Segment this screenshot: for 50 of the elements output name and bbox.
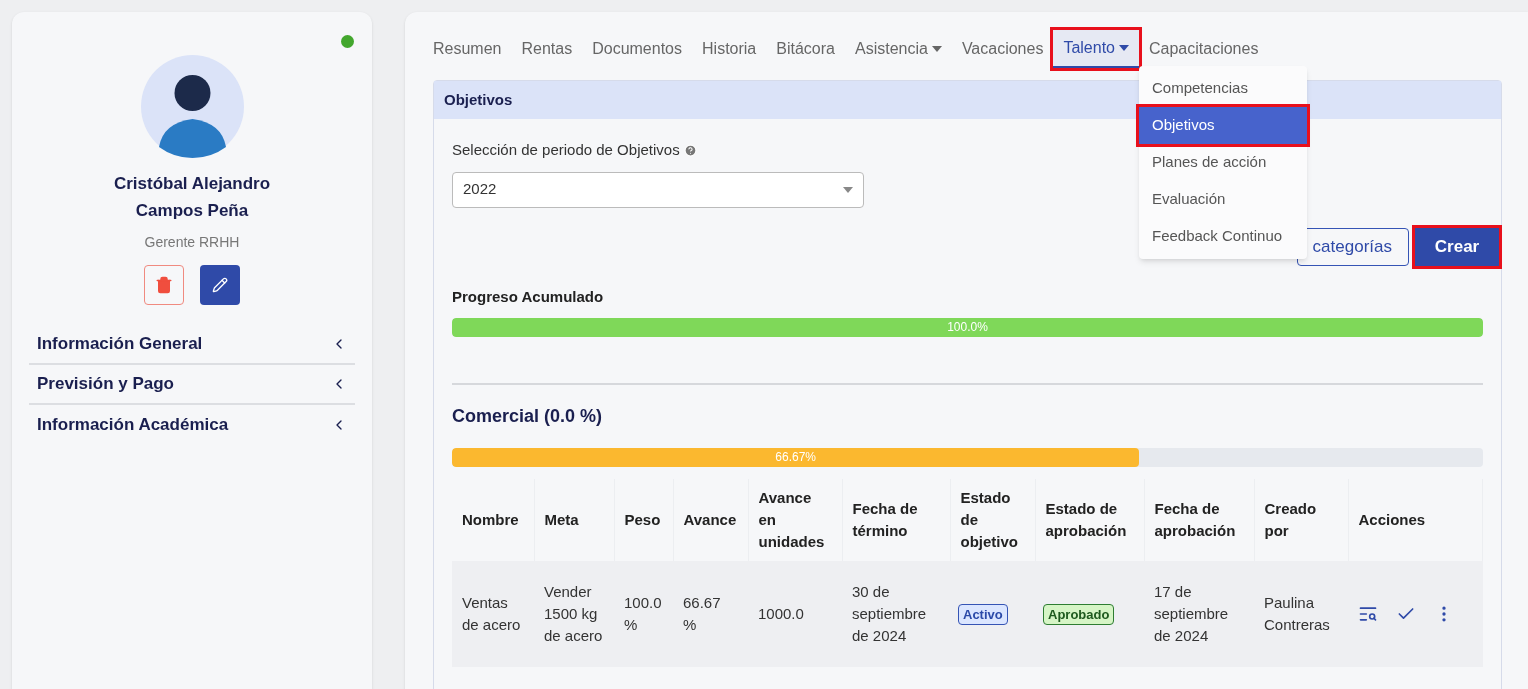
nav-tab[interactable]: Rentas (511, 30, 583, 68)
nav-tab[interactable]: Resumen (433, 30, 512, 68)
table-cell: Ventas de acero (452, 561, 534, 667)
nav-tab[interactable]: Documentos (582, 30, 692, 68)
view-details-icon[interactable] (1358, 604, 1378, 624)
menu-item[interactable]: Competencias (1139, 70, 1307, 107)
nav-tab[interactable]: Historia (692, 30, 767, 68)
table-cell: Vender 1500 kg de acero (534, 561, 614, 667)
progress-reading: 100.0% (947, 319, 988, 336)
trash-icon (155, 276, 173, 294)
accordion-item[interactable]: Previsión y Pago (29, 365, 355, 405)
accordion-item[interactable]: Información Académica (29, 405, 355, 445)
total-progress-label: Progreso Acumulado (452, 286, 605, 307)
table-cell: 30 de septiembre de 2024 (842, 561, 950, 667)
accordion-label: Previsión y Pago (37, 373, 174, 396)
accordion-label: Información General (37, 333, 203, 356)
nav-tab[interactable]: Talento (1053, 30, 1139, 68)
table-cell: 17 de septiembre de 2024 (1144, 561, 1254, 667)
help-icon (683, 143, 697, 157)
panel-title: Objetivos (444, 89, 513, 110)
menu-item[interactable]: Objetivos (1139, 107, 1307, 144)
caret-icon (1119, 45, 1129, 51)
accordion-item[interactable]: Información General (29, 325, 355, 365)
nav-tab[interactable]: Vacaciones (951, 30, 1054, 68)
nav-tab[interactable]: Capacitaciones (1139, 30, 1269, 68)
progress-reading: 66.67% (775, 449, 816, 466)
menu-item[interactable]: Evaluación (1139, 181, 1307, 218)
table-cell: 100.0 % (614, 561, 673, 667)
categories-button[interactable]: categorías (1297, 227, 1409, 266)
delete-button[interactable] (144, 265, 184, 305)
status-badge: Activo (958, 603, 1008, 626)
approval-badge: Aprobado (1043, 603, 1115, 626)
caret-icon (843, 186, 853, 193)
select-value: 2022 (463, 179, 497, 200)
employee-name: Cristóbal Alejandro Campos Peña (112, 173, 272, 222)
table-cell: 1000.0 (748, 561, 842, 667)
accordion-label: Información Académica (37, 414, 229, 437)
nav-tab[interactable]: Bitácora (766, 30, 845, 68)
employee-role: Gerente RRHH (144, 233, 240, 252)
caret-icon (931, 46, 942, 52)
menu-item[interactable]: Planes de acción (1139, 144, 1307, 181)
create-button[interactable]: Crear (1415, 227, 1499, 266)
period-label: Selección de periodo de Objetivos (452, 140, 680, 160)
pencil-icon (212, 277, 228, 293)
nav-tab[interactable]: Asistencia (844, 30, 952, 68)
edit-button[interactable] (200, 265, 240, 305)
table-cell: Paulina Contreras (1254, 561, 1348, 667)
period-select[interactable]: 2022 (452, 171, 864, 208)
table-cell: 66.67 % (673, 561, 748, 667)
category-title: Comercial (0.0 %) (452, 405, 604, 428)
